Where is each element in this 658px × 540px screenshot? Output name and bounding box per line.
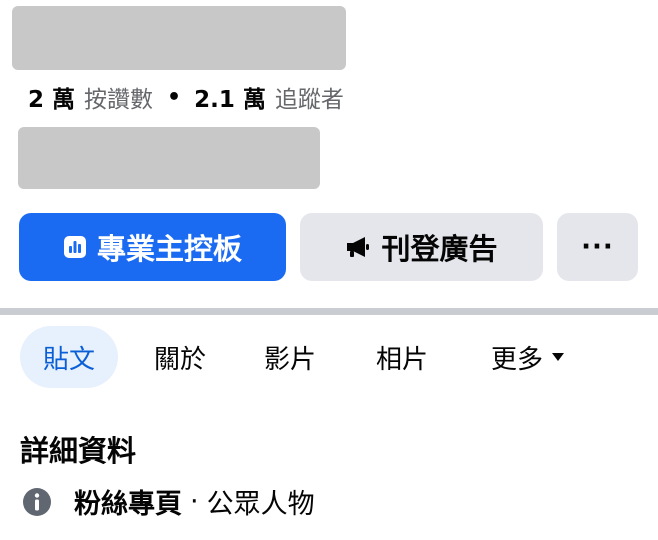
- tab-posts-label: 貼文: [42, 344, 95, 375]
- bar-chart-icon: [63, 235, 87, 259]
- category-separator: ·: [190, 486, 199, 517]
- redacted-page-name: [12, 6, 346, 70]
- section-divider: [0, 308, 658, 315]
- profile-page: 2 萬 按讚數 • 2.1 萬 追蹤者 專業主控板 刊登廣告 ··· 貼文 關於…: [0, 0, 658, 540]
- more-options-icon: ···: [581, 232, 614, 262]
- advertise-label: 刊登廣告: [381, 232, 498, 266]
- tab-about-label: 關於: [153, 344, 206, 375]
- page-category-row: 粉絲專頁 · 公眾人物: [22, 482, 315, 521]
- info-icon: [22, 487, 52, 517]
- tab-videos-label: 影片: [263, 344, 316, 375]
- professional-dashboard-label: 專業主控板: [96, 232, 242, 266]
- category-main: 粉絲專頁: [74, 489, 182, 520]
- caret-down-icon: [551, 352, 565, 362]
- category-sub: 公眾人物: [206, 489, 315, 520]
- redacted-page-bio: [18, 127, 320, 189]
- profile-tabs: 貼文 關於 影片 相片 更多: [0, 326, 658, 390]
- professional-dashboard-button[interactable]: 專業主控板: [19, 213, 286, 281]
- advertise-button[interactable]: 刊登廣告: [300, 213, 543, 281]
- stats-separator: •: [167, 84, 182, 110]
- tab-more-label: 更多: [490, 344, 543, 375]
- followers-label: 追蹤者: [274, 87, 344, 113]
- likes-count: 2 萬: [28, 87, 76, 113]
- tab-videos[interactable]: 影片: [248, 326, 332, 388]
- more-options-button[interactable]: ···: [557, 213, 638, 281]
- tab-photos[interactable]: 相片: [360, 326, 444, 388]
- megaphone-icon: [345, 235, 371, 259]
- details-title: 詳細資料: [20, 434, 137, 468]
- page-stats: 2 萬 按讚數 • 2.1 萬 追蹤者: [28, 80, 344, 114]
- tab-photos-label: 相片: [375, 344, 428, 375]
- tab-more[interactable]: 更多: [472, 326, 584, 388]
- tab-about[interactable]: 關於: [138, 326, 222, 388]
- tab-posts[interactable]: 貼文: [20, 326, 118, 388]
- followers-count: 2.1 萬: [194, 87, 266, 113]
- likes-label: 按讚數: [84, 87, 154, 113]
